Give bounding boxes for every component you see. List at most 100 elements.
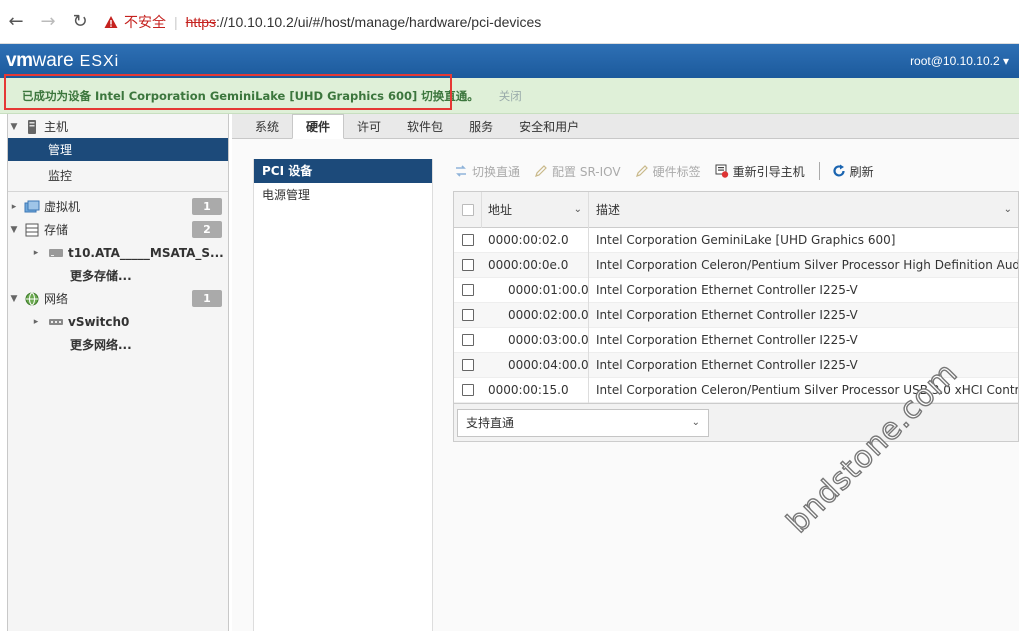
tab-services[interactable]: 服务 [456,116,506,138]
chevron-down-icon: ⌄ [691,416,700,428]
row-checkbox[interactable] [454,234,482,246]
passthrough-icon [456,165,466,177]
storage-count-badge: 2 [192,221,222,238]
divider: | [174,13,178,30]
nav-more-networks[interactable]: 更多网络... [8,333,228,356]
caret-down-icon[interactable]: ▼ [8,294,20,304]
cell-description: Intel Corporation Ethernet Controller I2… [596,333,858,347]
cell-address: 0000:00:15.0 [482,377,589,403]
cell-address: 0000:01:00.0 [482,277,589,303]
pci-toolbar: 切换直通 配置 SR-IOV 硬件标签 重新引导主机 刷新 [454,159,888,183]
row-checkbox[interactable] [454,384,482,396]
column-header-address[interactable]: 地址 ⌄ [482,191,589,228]
cell-description: Intel Corporation Ethernet Controller I2… [596,308,858,322]
address-bar[interactable]: 不安全 | https ://10.10.10.2/ui/#/host/mana… [104,7,541,37]
pencil-icon [635,165,648,177]
caret-down-icon[interactable]: ▼ [8,122,20,132]
refresh-icon [833,164,845,177]
table-row[interactable]: 0000:01:00.0 Intel Corporation Ethernet … [454,277,1018,303]
warning-icon [104,15,118,28]
column-header-description[interactable]: 描述 ⌄ [589,192,1018,228]
nav-datastore[interactable]: ▸ t10.ATA_____MSATA_S... [8,241,228,264]
cell-address: 0000:04:00.0 [482,352,589,378]
notification-message: 已成功为设备 Intel Corporation GeminiLake [UHD… [22,88,479,103]
tab-licensing[interactable]: 许可 [344,116,394,138]
cell-description: Intel Corporation GeminiLake [UHD Graphi… [596,233,896,247]
toolbar-separator [818,162,820,180]
tab-hardware[interactable]: 硬件 [292,114,345,139]
notification-close-link[interactable]: 关闭 [499,88,522,104]
manage-tabs: 系统 硬件 许可 软件包 服务 安全和用户 [232,114,1019,139]
tab-packages[interactable]: 软件包 [394,116,456,138]
tab-system[interactable]: 系统 [242,116,292,138]
security-status[interactable]: 不安全 [124,12,166,32]
hardware-subnav: PCI 设备 电源管理 [253,159,433,631]
chevron-down-icon[interactable]: ⌄ [1004,204,1012,215]
subnav-pci-devices[interactable]: PCI 设备 [254,159,432,183]
nav-datastore-label: t10.ATA_____MSATA_S... [68,245,224,260]
hardware-content: PCI 设备 电源管理 切换直通 配置 SR-IOV 硬件标签 重新引导主机 刷… [232,139,1019,631]
datastore-icon [49,248,63,257]
nav-vms-label: 虚拟机 [44,200,81,214]
reboot-host-button[interactable]: 重新引导主机 [715,163,805,180]
table-row[interactable]: 0000:03:00.0 Intel Corporation Ethernet … [454,327,1018,353]
passthrough-filter-select[interactable]: 支持直通 ⌄ [457,408,709,437]
nav-vswitch-label: vSwitch0 [68,314,130,329]
table-row[interactable]: 0000:02:00.0 Intel Corporation Ethernet … [454,302,1018,328]
network-icon [25,292,39,305]
table-row[interactable]: 0000:00:02.0 Intel Corporation GeminiLak… [454,227,1018,253]
back-icon[interactable]: ← [0,6,32,38]
nav-storage[interactable]: ▼ 存储 2 [8,218,228,241]
cell-address: 0000:00:02.0 [482,227,589,253]
row-checkbox[interactable] [454,359,482,371]
nav-vms[interactable]: ▸ 虚拟机 1 [8,195,228,218]
grid-header: 地址 ⌄ 描述 ⌄ [454,191,1018,228]
nav-monitor[interactable]: 监控 [8,164,228,187]
user-menu[interactable]: root@10.10.10.2 ▾ [910,54,1009,68]
caret-right-icon[interactable]: ▸ [30,317,42,327]
forward-icon[interactable]: → [32,6,64,38]
refresh-button[interactable]: 刷新 [832,163,874,180]
pencil-icon [535,165,547,177]
chevron-down-icon[interactable]: ⌄ [574,204,582,215]
nav-more-networks-label: 更多网络... [70,338,132,352]
subnav-power-management[interactable]: 电源管理 [254,183,432,207]
network-count-badge: 1 [192,290,222,307]
row-checkbox[interactable] [454,334,482,346]
host-icon [28,119,36,134]
caret-right-icon[interactable]: ▸ [8,202,20,212]
nav-manage[interactable]: 管理 [8,138,228,161]
caret-down-icon[interactable]: ▼ [8,225,20,235]
configure-sriov-button[interactable]: 配置 SR-IOV [534,163,621,180]
nav-more-storage[interactable]: 更多存储... [8,264,228,287]
row-checkbox[interactable] [454,284,482,296]
nav-host[interactable]: ▼ 主机 [8,115,228,138]
vswitch-icon [49,318,63,325]
divider [8,191,228,192]
caret-right-icon[interactable]: ▸ [30,248,42,258]
storage-icon [25,223,39,236]
cell-description: Intel Corporation Celeron/Pentium Silver… [596,258,1018,272]
toggle-passthrough-button[interactable]: 切换直通 [454,163,520,180]
tab-security-users[interactable]: 安全和用户 [506,116,592,138]
select-all-checkbox[interactable] [454,191,482,228]
nav-network-label: 网络 [44,292,69,306]
nav-monitor-label: 监控 [48,169,73,183]
nav-vswitch[interactable]: ▸ vSwitch0 [8,310,228,333]
app-header: vmware ESXi root@10.10.10.2 ▾ [0,44,1019,78]
row-checkbox[interactable] [454,259,482,271]
reload-icon[interactable]: ↻ [64,6,96,38]
row-checkbox[interactable] [454,309,482,321]
nav-host-label: 主机 [44,120,69,134]
cell-address: 0000:02:00.0 [482,302,589,328]
table-row[interactable]: 0000:00:0e.0 Intel Corporation Celeron/P… [454,252,1018,278]
vm-icon [24,200,40,212]
vmware-esxi-logo: vmware ESXi [6,50,120,71]
browser-toolbar: ← → ↻ 不安全 | https ://10.10.10.2/ui/#/hos… [0,0,1019,44]
nav-network[interactable]: ▼ 网络 1 [8,287,228,310]
navigator-sidebar: ▼ 主机 管理 监控 ▸ 虚拟机 1 ▼ 存储 2 ▸ t10.ATA_____… [7,114,229,631]
vms-count-badge: 1 [192,198,222,215]
cell-address: 0000:00:0e.0 [482,252,589,278]
nav-storage-label: 存储 [44,223,69,237]
hardware-label-button[interactable]: 硬件标签 [635,163,701,180]
